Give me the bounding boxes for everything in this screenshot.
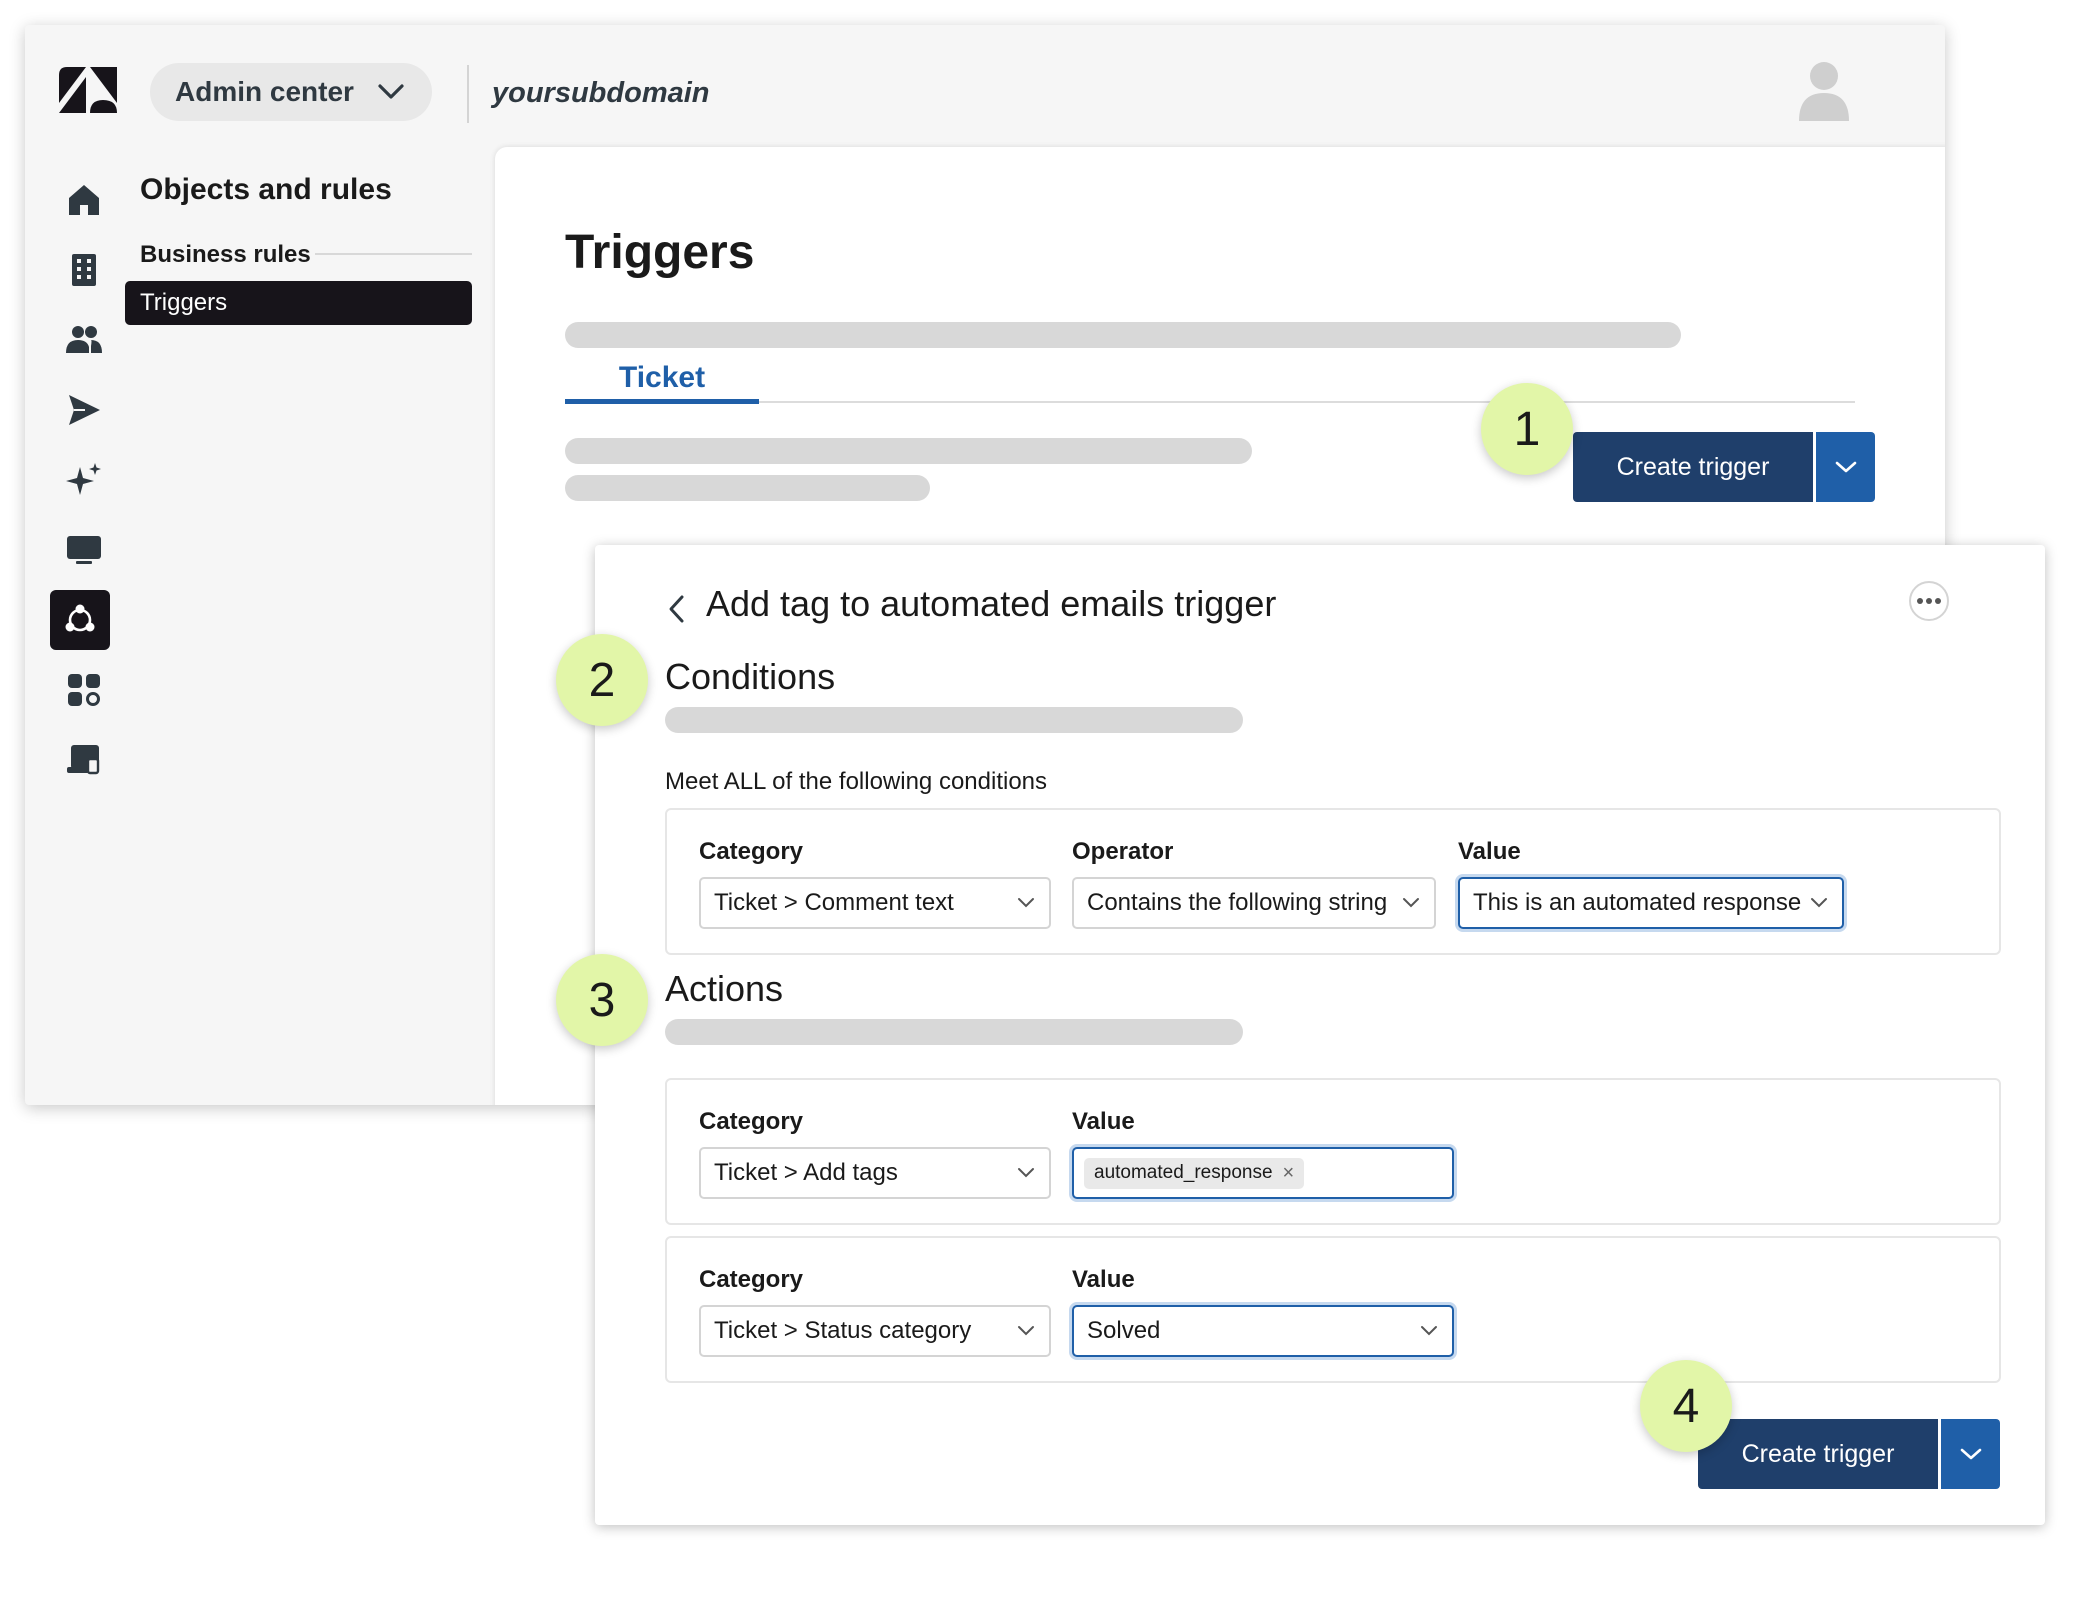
action-category-select[interactable]: Ticket > Add tags <box>699 1147 1051 1199</box>
skeleton-description <box>565 322 1681 348</box>
monitor-icon[interactable] <box>61 527 107 573</box>
chevron-down-icon <box>1421 1326 1437 1336</box>
remove-tag-icon[interactable]: × <box>1283 1162 1295 1185</box>
skeleton-conditions-desc <box>665 707 1243 733</box>
nav-section-divider <box>315 253 472 255</box>
chevron-down-icon <box>1018 1326 1034 1336</box>
condition-row: Category Ticket > Comment text Operator … <box>665 808 2001 955</box>
sparkle-icon[interactable] <box>61 457 107 503</box>
product-switcher[interactable]: Admin center <box>150 63 432 121</box>
create-trigger-button-label: Create trigger <box>1616 452 1770 481</box>
action-row: Category Ticket > Status category Value … <box>665 1236 2001 1383</box>
condition-category-value: Ticket > Comment text <box>714 889 954 916</box>
conditions-heading: Conditions <box>665 656 836 697</box>
ellipsis-icon <box>1917 598 1941 604</box>
chevron-down-icon <box>1018 898 1034 908</box>
zendesk-logo-icon[interactable] <box>59 67 117 113</box>
create-trigger-button[interactable]: Create trigger <box>1573 432 1813 502</box>
conditions-subheading: Meet ALL of the following conditions <box>665 768 1048 795</box>
action-category-value: Ticket > Add tags <box>714 1159 898 1186</box>
tab-active-indicator <box>565 399 759 404</box>
action-value-label: Value <box>1072 1108 1135 1135</box>
create-trigger-submit-label: Create trigger <box>1741 1439 1895 1468</box>
condition-value-label: Value <box>1458 838 1521 865</box>
chevron-down-icon <box>1835 461 1856 473</box>
condition-value-value: This is an automated response <box>1473 889 1802 916</box>
actions-heading: Actions <box>665 968 784 1009</box>
step-marker-2: 2 <box>556 634 648 726</box>
page-title: Triggers <box>565 226 755 279</box>
nav-section-business-rules: Business rules <box>140 241 311 268</box>
tag-chip: automated_response × <box>1084 1157 1305 1189</box>
workspace-icon[interactable] <box>61 737 107 783</box>
chevron-down-icon <box>378 84 404 99</box>
condition-operator-select[interactable]: Contains the following string <box>1072 877 1436 929</box>
back-chevron-icon[interactable] <box>667 593 687 625</box>
action-category-label: Category <box>699 1266 804 1293</box>
topbar-divider <box>467 65 469 123</box>
create-trigger-menu-button[interactable] <box>1816 432 1875 502</box>
tag-chip-label: automated_response <box>1094 1162 1273 1183</box>
building-icon[interactable] <box>61 247 107 293</box>
action-status-value: Solved <box>1087 1317 1161 1344</box>
more-options-button[interactable] <box>1909 581 1949 621</box>
home-icon[interactable] <box>61 177 107 223</box>
step-marker-1: 1 <box>1481 383 1573 475</box>
send-icon[interactable] <box>61 387 107 433</box>
chevron-down-icon <box>1960 1448 1981 1460</box>
action-tags-input[interactable]: automated_response × <box>1072 1147 1454 1199</box>
chevron-down-icon <box>1403 898 1419 908</box>
action-value-label: Value <box>1072 1266 1135 1293</box>
objects-rules-icon[interactable] <box>50 590 110 650</box>
skeleton-line-1 <box>565 438 1252 464</box>
apps-icon[interactable] <box>61 667 107 713</box>
step-marker-3: 3 <box>556 954 648 1046</box>
user-avatar-icon[interactable] <box>1797 59 1851 121</box>
condition-operator-label: Operator <box>1072 838 1174 865</box>
trigger-title: Add tag to automated emails trigger <box>706 583 1277 624</box>
skeleton-actions-desc <box>665 1019 1243 1045</box>
subdomain-label: yoursubdomain <box>492 77 710 109</box>
chevron-down-icon <box>1811 898 1827 908</box>
action-row: Category Ticket > Add tags Value automat… <box>665 1078 2001 1225</box>
condition-value-select[interactable]: This is an automated response <box>1458 877 1844 929</box>
condition-category-select[interactable]: Ticket > Comment text <box>699 877 1051 929</box>
people-icon[interactable] <box>61 317 107 363</box>
step-marker-4: 4 <box>1640 1360 1732 1452</box>
action-category-value: Ticket > Status category <box>714 1317 972 1344</box>
condition-category-label: Category <box>699 838 804 865</box>
create-trigger-submit-button[interactable]: Create trigger <box>1698 1419 1938 1489</box>
chevron-down-icon <box>1018 1168 1034 1178</box>
create-trigger-submit-menu-button[interactable] <box>1941 1419 2000 1489</box>
nav-title: Objects and rules <box>140 173 392 206</box>
action-category-label: Category <box>699 1108 804 1135</box>
tab-ticket[interactable]: Ticket <box>565 353 759 405</box>
condition-operator-value: Contains the following string <box>1087 889 1388 916</box>
action-status-select[interactable]: Solved <box>1072 1305 1454 1357</box>
skeleton-line-2 <box>565 475 930 501</box>
product-switcher-label: Admin center <box>175 76 354 107</box>
trigger-editor-window: Add tag to automated emails trigger Cond… <box>595 545 2045 1525</box>
sidebar-item-label: Triggers <box>140 289 228 316</box>
sidebar-item-triggers[interactable]: Triggers <box>125 281 472 325</box>
action-category-select[interactable]: Ticket > Status category <box>699 1305 1051 1357</box>
